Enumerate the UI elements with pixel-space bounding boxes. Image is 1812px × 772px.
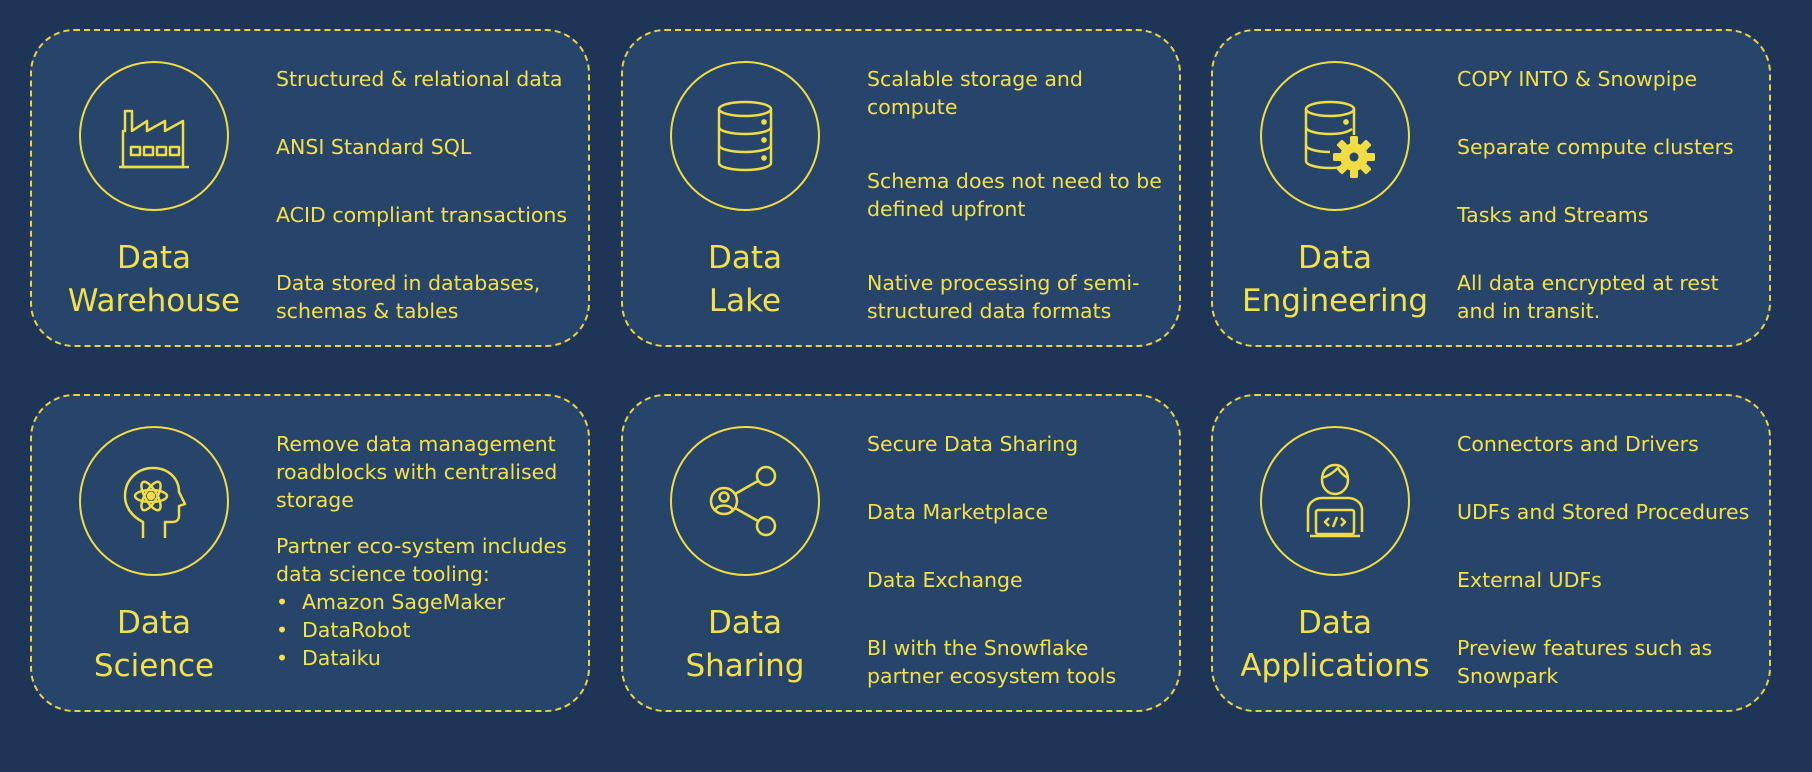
card-data-science: Data Science Remove data management roadb… <box>30 394 590 712</box>
feature-item: UDFs and Stored Procedures <box>1457 500 1750 524</box>
feature-list: Remove data management roadblocks with c… <box>276 430 576 690</box>
factory-icon <box>119 109 189 169</box>
feature-item: External UDFs <box>1457 568 1602 592</box>
feature-list: Connectors and Drivers UDFs and Stored P… <box>1457 430 1757 690</box>
feature-item: Remove data management roadblocks with c… <box>276 432 558 512</box>
feature-list: Structured & relational data ANSI Standa… <box>276 65 576 325</box>
icon-circle <box>670 426 820 576</box>
feature-item: Secure Data Sharing <box>867 432 1079 456</box>
card-data-sharing: Data Sharing Secure Data Sharing Data Mar… <box>621 394 1181 712</box>
feature-item: Data Exchange <box>867 568 1023 592</box>
feature-item: Data stored in databases, schemas & tabl… <box>276 271 541 323</box>
card-title: Data Lake <box>707 240 783 319</box>
feature-item: Connectors and Drivers <box>1457 432 1699 456</box>
feature-item: Structured & relational data <box>276 67 563 91</box>
feature-item: Partner eco-system includes data science… <box>276 532 576 672</box>
feature-item: ANSI Standard SQL <box>276 135 472 159</box>
card-data-lake: Data Lake Scalable storage and compute Sc… <box>621 29 1181 347</box>
card-title: Data Sharing <box>685 605 805 684</box>
feature-item: All data encrypted at rest and in transi… <box>1457 271 1719 323</box>
card-title: Data Science <box>93 605 215 684</box>
icon-circle <box>1260 61 1410 211</box>
card-title: Data Warehouse <box>67 240 241 319</box>
feature-item: Data Marketplace <box>867 500 1049 524</box>
feature-list: COPY INTO & Snowpipe Separate compute cl… <box>1457 65 1757 325</box>
feature-item: Tasks and Streams <box>1457 203 1649 227</box>
icon-circle <box>79 426 229 576</box>
tool-list-item: Dataiku <box>276 644 576 672</box>
feature-item: BI with the Snowflake partner ecosystem … <box>867 636 1117 688</box>
feature-item: Native processing of semi-structured dat… <box>867 271 1140 323</box>
feature-item: Scalable storage and compute <box>867 67 1083 119</box>
atom-head-icon <box>123 466 187 538</box>
icon-circle <box>670 61 820 211</box>
feature-item-text: Partner eco-system includes data science… <box>276 534 567 586</box>
card-data-warehouse: Data Warehouse Structured & relational da… <box>30 29 590 347</box>
feature-list: Secure Data Sharing Data Marketplace Dat… <box>867 430 1167 690</box>
card-data-engineering: Data Engineering COPY INTO & Snowpipe Sep… <box>1211 29 1771 347</box>
card-title: Data Engineering <box>1242 240 1428 319</box>
tool-list-item: Amazon SageMaker <box>276 588 576 616</box>
database-icon <box>717 100 773 172</box>
feature-item: Preview features such as Snowpark <box>1457 636 1713 688</box>
feature-item: Separate compute clusters <box>1457 135 1734 159</box>
developer-icon <box>1306 463 1364 538</box>
card-data-applications: Data Applications Connectors and Drivers … <box>1211 394 1771 712</box>
card-title: Data Applications <box>1240 605 1430 684</box>
feature-item: Schema does not need to be defined upfro… <box>867 169 1162 221</box>
feature-item: ACID compliant transactions <box>276 203 568 227</box>
tool-list: Amazon SageMaker DataRobot Dataiku <box>276 588 576 672</box>
feature-item: COPY INTO & Snowpipe <box>1457 67 1698 91</box>
database-gear-icon <box>1304 100 1375 178</box>
tool-list-item: DataRobot <box>276 616 576 644</box>
feature-list: Scalable storage and compute Schema does… <box>867 65 1167 325</box>
icon-circle <box>1260 426 1410 576</box>
icon-circle <box>79 61 229 211</box>
share-icon <box>709 465 777 537</box>
